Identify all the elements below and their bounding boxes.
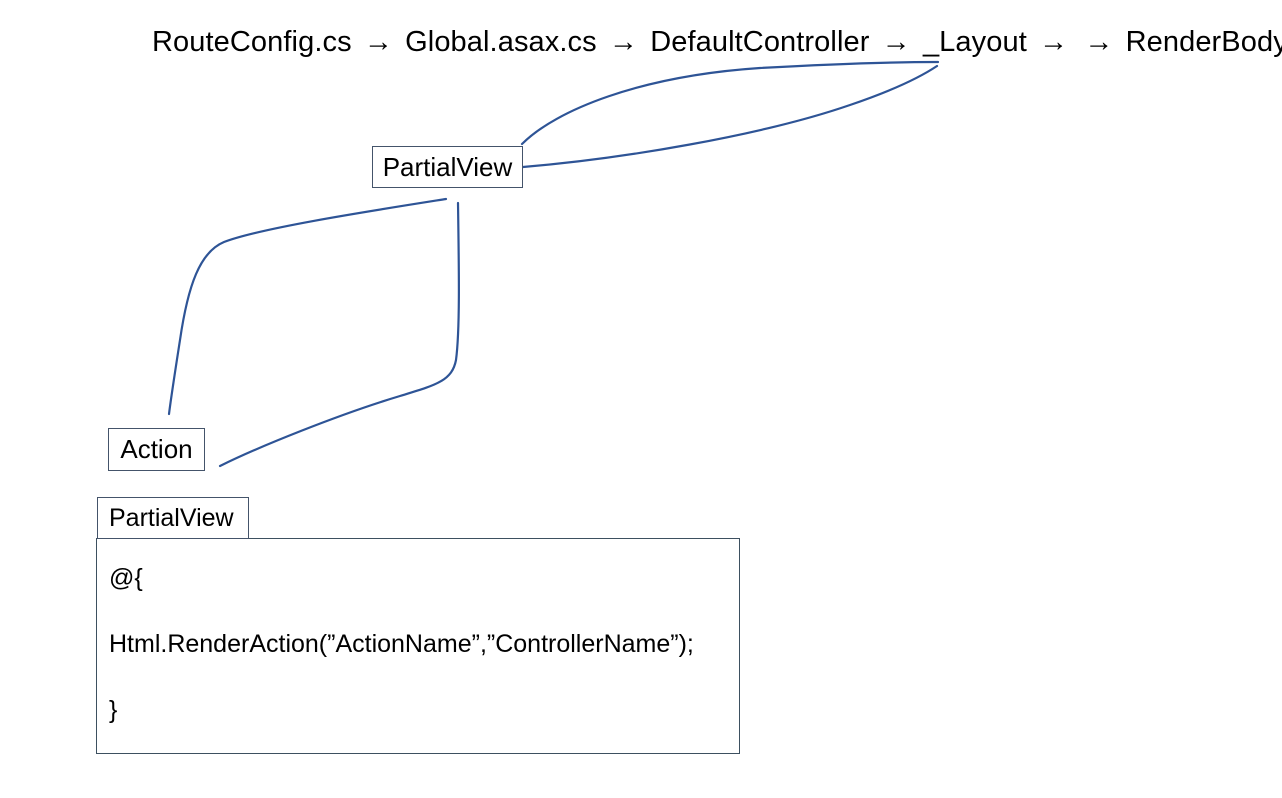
connector-partialview-to-renderbody-upper xyxy=(520,60,940,146)
code-panel-tab-label: PartialView xyxy=(109,503,234,532)
pipeline-flow-text: RouteConfig.cs → Global.asax.cs → Defaul… xyxy=(152,22,1282,62)
code-line-1: @{ xyxy=(109,564,143,592)
pipeline-step-renderbody: RenderBody xyxy=(1125,26,1282,58)
connector-partialview-to-action-lower xyxy=(218,201,460,468)
connector-partialview-to-renderbody-lower xyxy=(521,64,939,169)
arrow-icon-5: → xyxy=(1084,26,1114,58)
node-partialview-label: PartialView xyxy=(382,151,513,182)
node-partialview[interactable]: PartialView xyxy=(372,146,523,188)
connector-partialview-to-action-upper xyxy=(167,197,448,416)
code-panel-tab[interactable]: PartialView xyxy=(97,497,249,539)
arrow-icon-2: → xyxy=(608,26,639,58)
arrow-icon-1: → xyxy=(363,26,393,58)
arrow-icon-4: → xyxy=(1039,26,1069,58)
pipeline-step-defaultcontroller: DefaultController xyxy=(650,26,870,58)
pipeline-step-globalasax: Global.asax.cs xyxy=(405,26,597,58)
pipeline-step-routeconfig: RouteConfig.cs xyxy=(152,26,352,58)
node-action[interactable]: Action xyxy=(108,428,205,471)
arrow-icon-3: → xyxy=(881,26,911,58)
pipeline-step-layout: _Layout xyxy=(922,26,1027,58)
diagram-canvas: RouteConfig.cs → Global.asax.cs → Defaul… xyxy=(0,0,1282,798)
code-line-2: Html.RenderAction(”ActionName”,”Controll… xyxy=(109,630,694,658)
code-line-3: } xyxy=(109,696,118,724)
code-body: @{ Html.RenderAction(”ActionName”,”Contr… xyxy=(96,538,740,754)
node-action-label: Action xyxy=(120,434,193,464)
